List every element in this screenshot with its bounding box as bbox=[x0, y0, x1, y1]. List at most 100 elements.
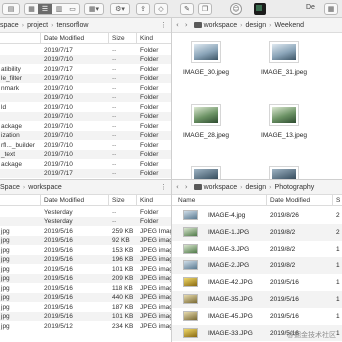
column-view-button[interactable]: ▥ bbox=[52, 3, 66, 15]
table-row[interactable]: jpg 2019/5/16 101 KB JPEG image bbox=[0, 311, 171, 321]
header-size[interactable]: Size bbox=[112, 35, 125, 42]
account-button[interactable]: ☺ bbox=[230, 3, 242, 15]
breadcrumb: space › project › tensorflow ⋮ bbox=[0, 18, 171, 33]
breadcrumb-item[interactable]: project bbox=[27, 22, 48, 29]
table-row[interactable]: 2019/7/10 -- Folder bbox=[0, 92, 171, 102]
tags-button[interactable]: ◇ bbox=[154, 3, 168, 15]
more-vertical-icon[interactable]: ⋮ bbox=[160, 183, 167, 191]
cell-kind: JPEG image bbox=[140, 322, 171, 330]
breadcrumb-item[interactable]: workspace bbox=[204, 184, 237, 191]
group-button[interactable]: ▦▾ bbox=[84, 3, 104, 15]
list-item[interactable]: IMAGE-45.JPG 2019/5/16 1 bbox=[172, 308, 342, 325]
table-row[interactable]: jpg 2019/5/16 101 KB JPEG image bbox=[0, 264, 171, 274]
table-row[interactable]: jpg 2019/5/12 234 KB JPEG image bbox=[0, 321, 171, 331]
action-button[interactable]: ⚙▾ bbox=[110, 3, 130, 15]
table-row[interactable]: jpg 2019/5/16 196 KB JPEG image bbox=[0, 254, 171, 264]
cell-name: jpg bbox=[1, 322, 10, 330]
table-row[interactable]: Yesterday -- Folder bbox=[0, 207, 171, 217]
cell-kind: JPEG image bbox=[140, 303, 171, 311]
list-item[interactable]: IMAGE-1.JPG 2019/8/2 2 bbox=[172, 223, 342, 241]
gallery-view-button[interactable]: ▭ bbox=[66, 3, 80, 15]
list-item[interactable]: IMAGE-3.JPG 2019/8/2 1 bbox=[172, 241, 342, 258]
header-date[interactable]: Date Modified bbox=[44, 197, 84, 204]
cell-name: jpg bbox=[1, 237, 10, 244]
table-row[interactable]: ackage 2019/7/10 -- Folder bbox=[0, 159, 171, 169]
vertical-split-divider[interactable] bbox=[171, 18, 172, 342]
table-row[interactable]: ld 2019/7/10 -- Folder bbox=[0, 102, 171, 112]
list-item[interactable]: IMAGE-4.jpg 2019/8/26 2 bbox=[172, 207, 342, 224]
cell-name: jpg bbox=[1, 227, 10, 235]
breadcrumb-item[interactable]: design bbox=[246, 22, 267, 29]
forward-icon[interactable]: › bbox=[185, 21, 188, 29]
back-icon[interactable]: ‹ bbox=[176, 183, 179, 191]
table-row[interactable]: ization 2019/7/10 -- Folder bbox=[0, 130, 171, 140]
breadcrumb-item[interactable]: Space bbox=[0, 184, 20, 191]
table-row[interactable]: 2019/7/17 -- Folder bbox=[0, 45, 171, 55]
table-row[interactable]: 2019/7/10 -- Folder bbox=[0, 111, 171, 121]
cell-date: 2019/8/2 bbox=[270, 245, 296, 253]
copy-button[interactable]: ❐ bbox=[198, 3, 212, 15]
grid-item[interactable] bbox=[178, 166, 234, 179]
cell-kind: JPEG image bbox=[140, 265, 171, 273]
header-size[interactable]: Size bbox=[112, 197, 125, 204]
breadcrumb-item[interactable]: tensorflow bbox=[57, 22, 89, 29]
terminal-button[interactable] bbox=[254, 3, 266, 15]
cell-date: 2019/8/26 bbox=[270, 212, 299, 219]
header-kind[interactable]: Kind bbox=[140, 35, 153, 42]
table-row[interactable]: jpg 2019/5/16 187 KB JPEG image bbox=[0, 302, 171, 312]
breadcrumb-item[interactable]: Photography bbox=[275, 184, 315, 191]
forward-icon[interactable]: › bbox=[185, 183, 188, 191]
table-row[interactable]: _text 2019/7/10 -- Folder bbox=[0, 149, 171, 159]
table-row[interactable]: jpg 2019/5/16 209 KB JPEG image bbox=[0, 273, 171, 283]
more-button[interactable]: ▦ bbox=[324, 3, 338, 15]
cell-size: 1 bbox=[336, 296, 340, 303]
header-name[interactable]: Name bbox=[178, 197, 195, 204]
back-icon[interactable]: ‹ bbox=[176, 21, 179, 29]
grid-item[interactable]: IMAGE_31.jpeg bbox=[256, 41, 312, 76]
list-item[interactable]: IMAGE-35.JPG 2019/5/16 1 bbox=[172, 291, 342, 308]
edit-button[interactable]: ✎ bbox=[180, 3, 194, 15]
sidebar-toggle-button[interactable]: ▤ bbox=[2, 3, 20, 15]
breadcrumb-item[interactable]: Weekend bbox=[275, 22, 304, 29]
folder-icon bbox=[193, 22, 202, 28]
table-row[interactable]: rfl..._builder 2019/7/10 -- Folder bbox=[0, 140, 171, 150]
grid-item[interactable]: IMAGE_13.jpeg bbox=[256, 104, 312, 139]
table-row[interactable]: jpg 2019/5/16 118 KB JPEG image bbox=[0, 283, 171, 293]
breadcrumb-item[interactable]: space bbox=[0, 22, 19, 29]
grid-item-label: IMAGE_13.jpeg bbox=[261, 132, 307, 139]
cell-name: IMAGE-2.JPG bbox=[208, 262, 250, 270]
table-row[interactable]: jpg 2019/5/16 259 KB JPEG Image bbox=[0, 226, 171, 236]
horizontal-split-divider[interactable] bbox=[0, 179, 342, 180]
grid-item[interactable]: IMAGE_28.jpeg bbox=[178, 104, 234, 139]
icon-view-button[interactable]: ▦ bbox=[24, 3, 38, 15]
cell-date: 2019/7/10 bbox=[44, 141, 73, 149]
list-item[interactable]: IMAGE-2.JPG 2019/8/2 1 bbox=[172, 257, 342, 275]
table-row[interactable]: ackage 2019/7/10 -- Folder bbox=[0, 121, 171, 131]
breadcrumb-item[interactable]: workspace bbox=[204, 22, 237, 29]
breadcrumb-item[interactable]: design bbox=[246, 184, 267, 191]
list-item[interactable]: IMAGE-42.JPG 2019/5/16 1 bbox=[172, 274, 342, 291]
table-row[interactable]: jpg 2019/5/16 440 KB JPEG image bbox=[0, 292, 171, 302]
list-view-button[interactable]: ☰ bbox=[38, 3, 52, 15]
header-size[interactable]: S bbox=[336, 197, 340, 204]
header-date[interactable]: Date Modified bbox=[44, 35, 84, 42]
cell-name: ld bbox=[1, 103, 7, 111]
table-row[interactable]: jpg 2019/5/16 153 KB JPEG image bbox=[0, 245, 171, 255]
table-row[interactable]: jpg 2019/5/16 92 KB JPEG image bbox=[0, 235, 171, 245]
grid-item-label: IMAGE_30.jpeg bbox=[183, 69, 229, 76]
table-row[interactable]: 2019/7/17 -- Folder bbox=[0, 168, 171, 178]
header-date[interactable]: Date Modified bbox=[270, 197, 310, 204]
table-row[interactable]: nmark 2019/7/10 -- Folder bbox=[0, 83, 171, 93]
cell-size: -- bbox=[112, 103, 117, 111]
table-row[interactable]: le_filter 2019/7/10 -- Folder bbox=[0, 73, 171, 83]
table-row[interactable]: Yesterday -- Folder bbox=[0, 216, 171, 226]
grid-item[interactable] bbox=[256, 166, 312, 179]
breadcrumb-item[interactable]: workspace bbox=[28, 184, 61, 191]
header-kind[interactable]: Kind bbox=[140, 197, 153, 204]
more-vertical-icon[interactable]: ⋮ bbox=[160, 21, 167, 29]
share-button[interactable]: ⇪ bbox=[136, 3, 150, 15]
table-row[interactable]: atibility 2019/7/17 -- Folder bbox=[0, 64, 171, 74]
grid-item[interactable]: IMAGE_30.jpeg bbox=[178, 41, 234, 76]
cell-date: 2019/5/16 bbox=[44, 246, 73, 254]
table-row[interactable]: 2019/7/10 -- Folder bbox=[0, 54, 171, 64]
